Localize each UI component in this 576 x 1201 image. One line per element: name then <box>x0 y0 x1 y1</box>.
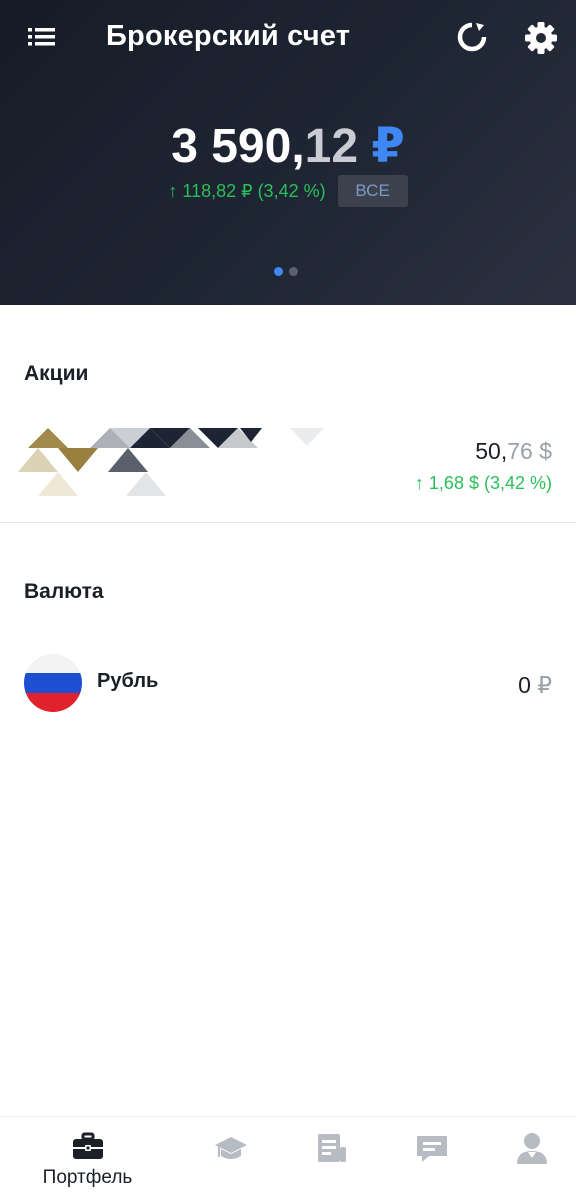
currency-section-title: Валюта <box>24 580 104 603</box>
nav-item-portfolio[interactable]: Портфель <box>30 1117 145 1201</box>
page-indicator <box>274 263 300 276</box>
stock-change: ↑ 1,68 $ (3,42 %) <box>414 473 552 493</box>
graduation-cap-icon <box>214 1137 247 1159</box>
currency-symbol: ₽ <box>537 672 552 698</box>
gear-icon <box>525 22 557 54</box>
news-icon <box>317 1134 346 1162</box>
page-title: Брокерский счет <box>106 20 351 52</box>
stocks-section-title: Акции <box>24 362 89 385</box>
total-currency: ₽ <box>371 120 405 173</box>
chat-icon <box>416 1136 447 1162</box>
stock-price-currency: $ <box>539 438 552 464</box>
total-decimals: 12 <box>304 120 359 173</box>
briefcase-icon <box>72 1132 103 1159</box>
nav-item-profile[interactable] <box>474 1117 576 1201</box>
bottom-navigation: Портфель <box>0 1116 576 1201</box>
currency-value: 0 ₽ <box>518 672 552 699</box>
stock-price-integer: 50, <box>475 438 508 464</box>
stock-price: 50,76 $ <box>475 438 552 465</box>
list-menu-icon <box>28 28 55 46</box>
portfolio-change: ↑ 118,82 ₽ (3,42 %) <box>168 180 326 201</box>
stock-price-decimals: 76 <box>507 438 533 464</box>
russia-flag-icon <box>24 654 82 712</box>
settings-button[interactable] <box>520 17 562 59</box>
stock-list-item[interactable]: 50,76 $ ↑ 1,68 $ (3,42 %) <box>0 412 576 520</box>
portfolio-change-row: ↑ 118,82 ₽ (3,42 %) ВСЕ <box>0 175 576 207</box>
nav-item-news[interactable] <box>274 1117 389 1201</box>
nav-item-education[interactable] <box>173 1117 288 1201</box>
nav-item-chat[interactable] <box>374 1117 489 1201</box>
triangle-pattern-logo <box>18 426 328 517</box>
nav-label-portfolio: Портфель <box>42 1167 133 1188</box>
currency-amount: 0 <box>518 672 531 698</box>
total-integer: 3 590, <box>171 120 305 173</box>
account-header: Брокерский счет 3 590,12 ₽ ↑ 118,82 ₽ (3… <box>0 0 576 305</box>
section-divider <box>0 522 576 523</box>
page-dot <box>289 267 299 276</box>
currency-list-item[interactable]: Рубль 0 ₽ <box>0 648 576 718</box>
refresh-icon <box>457 22 487 52</box>
currency-name: Рубль <box>97 670 159 692</box>
portfolio-total: 3 590,12 ₽ <box>0 118 576 174</box>
menu-button[interactable] <box>22 20 62 56</box>
page-dot-active <box>274 267 283 276</box>
period-all-button[interactable]: ВСЕ <box>337 175 408 207</box>
profile-icon <box>516 1133 547 1164</box>
refresh-button[interactable] <box>452 17 492 57</box>
